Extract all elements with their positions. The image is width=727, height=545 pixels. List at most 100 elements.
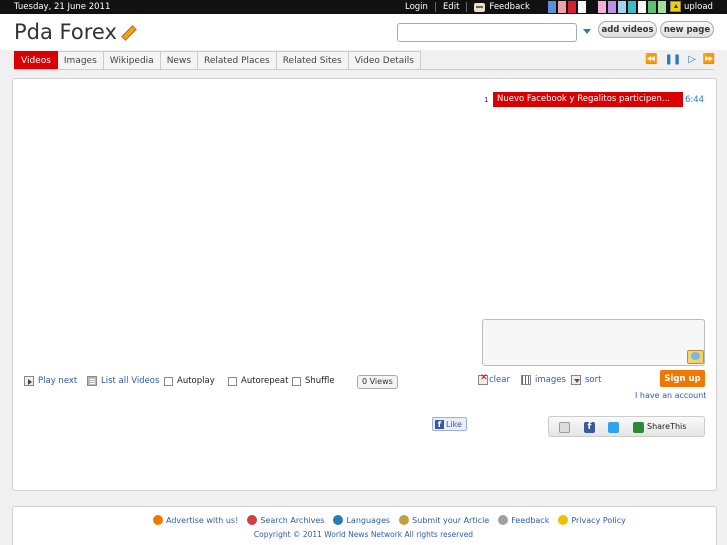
footer-link-label: Privacy Policy (571, 515, 626, 525)
playlist-item-number: 1 (484, 95, 489, 104)
autorepeat-checkbox[interactable]: Autorepeat (228, 376, 288, 386)
play-icon[interactable]: ▷ (688, 54, 696, 66)
feedback-label: Feedback (489, 2, 530, 12)
megaphone-icon (153, 515, 163, 525)
list-all-videos-button[interactable]: List all Videos (87, 376, 159, 386)
footer-link-languages[interactable]: Languages (333, 515, 390, 525)
copyright: Copyright © 2011 World News Network All … (253, 530, 474, 539)
play-next-button[interactable]: Play next (24, 376, 77, 386)
new-page-button[interactable]: new page (660, 21, 714, 38)
views-badge: 0 Views (357, 375, 398, 389)
autorepeat-label: Autorepeat (241, 376, 289, 386)
mail-icon[interactable] (687, 350, 704, 364)
clear-icon (478, 373, 488, 385)
feedback-icon (474, 2, 486, 12)
lock-icon (558, 515, 569, 525)
color-swatch[interactable] (618, 1, 626, 13)
page-title: Pda Forex (14, 20, 135, 44)
fast-forward-icon[interactable]: ⏩ (703, 54, 715, 66)
share-bar: f ShareThis (548, 416, 705, 437)
footer-link-feedback[interactable]: Feedback (498, 515, 549, 525)
play-next-label: Play next (38, 376, 78, 386)
chevron-down-icon[interactable] (583, 29, 591, 34)
add-videos-button[interactable]: add videos (598, 21, 657, 38)
tab-news[interactable]: News (160, 51, 199, 70)
footer-link-label: Submit your Article (412, 515, 490, 525)
autoplay-box[interactable] (164, 376, 173, 386)
tab-images[interactable]: Images (57, 51, 104, 70)
footer-link-label: Search Archives (260, 515, 325, 525)
sharethis-label[interactable]: ShareThis (647, 422, 686, 431)
sort-button[interactable]: sort (571, 375, 601, 385)
facebook-like-icon: f (435, 419, 444, 429)
color-swatch[interactable] (658, 1, 666, 13)
shuffle-checkbox[interactable]: Shuffle (292, 376, 335, 386)
footer-link-submit-your-article[interactable]: Submit your Article (399, 515, 489, 525)
playlist-item[interactable]: 1 Nuevo Facebook y Regalitos participen.… (484, 92, 704, 107)
pause-icon[interactable]: ❚❚ (664, 54, 681, 66)
sort-icon (571, 375, 581, 385)
login-link[interactable]: Login (398, 2, 436, 12)
list-all-label: List all Videos (101, 376, 160, 386)
color-swatch[interactable] (648, 1, 656, 13)
feedback-icon (498, 515, 509, 525)
color-swatch[interactable] (628, 1, 636, 13)
playlist-item-title[interactable]: Nuevo Facebook y Regalitos participen... (493, 92, 683, 107)
footer-link-label: Feedback (511, 515, 550, 525)
tab-wikipedia[interactable]: Wikipedia (103, 51, 161, 70)
color-swatch[interactable] (598, 1, 606, 13)
feedback-link[interactable]: Feedback (467, 2, 536, 12)
color-swatch[interactable] (588, 1, 596, 13)
upload-icon (670, 1, 681, 12)
color-swatch[interactable] (578, 1, 586, 13)
footer-link-advertise-with-us[interactable]: Advertise with us! (153, 515, 238, 525)
tab-related-sites[interactable]: Related Sites (276, 51, 349, 70)
calendar-icon (247, 515, 258, 525)
images-label: images (535, 375, 566, 385)
shuffle-label: Shuffle (305, 376, 335, 386)
pencil-icon[interactable] (119, 24, 135, 40)
images-button[interactable]: images (521, 375, 566, 385)
comment-box[interactable] (482, 319, 705, 366)
page-header: Pda Forex add videos new page (0, 14, 727, 50)
footer (12, 506, 717, 545)
tab-videos[interactable]: Videos (14, 51, 58, 70)
sharethis-icon[interactable] (633, 422, 644, 433)
signup-button[interactable]: Sign up (660, 370, 705, 387)
twitter-share-icon[interactable] (608, 422, 619, 433)
play-next-icon (24, 376, 34, 386)
like-label: Like (446, 419, 462, 429)
autoplay-checkbox[interactable]: Autoplay (164, 376, 215, 386)
clear-button[interactable]: clear (478, 373, 510, 385)
footer-link-label: Languages (346, 515, 391, 525)
facebook-share-icon[interactable]: f (584, 422, 595, 433)
color-swatch[interactable] (638, 1, 646, 13)
current-date: Tuesday, 21 June 2011 (14, 2, 111, 12)
color-theme-swatches (548, 1, 666, 13)
search-input[interactable] (397, 23, 577, 42)
shuffle-box[interactable] (292, 376, 301, 386)
footer-link-search-archives[interactable]: Search Archives (247, 515, 324, 525)
sort-label: sort (585, 375, 602, 385)
autorepeat-box[interactable] (228, 376, 237, 386)
color-swatch[interactable] (568, 1, 576, 13)
account-link[interactable]: I have an account, lo (635, 391, 706, 400)
facebook-like-button[interactable]: f Like (432, 417, 467, 431)
color-swatch[interactable] (548, 1, 556, 13)
player-navigation: ⏪ ❚❚ ▷ ⏩ (645, 54, 715, 66)
upload-link[interactable]: upload (670, 1, 713, 12)
footer-link-privacy-policy[interactable]: Privacy Policy (558, 515, 626, 525)
tab-related-places[interactable]: Related Places (198, 51, 277, 70)
top-bar: Tuesday, 21 June 2011 Login Edit Feedbac… (0, 0, 727, 14)
list-icon (87, 376, 97, 386)
tab-video-details[interactable]: Video Details (348, 51, 421, 70)
rewind-icon[interactable]: ⏪ (645, 54, 657, 66)
edit-link[interactable]: Edit (436, 2, 468, 12)
globe-icon (333, 515, 344, 525)
color-swatch[interactable] (608, 1, 616, 13)
footer-links: Advertise with us! Search Archives Languag… (153, 515, 626, 525)
email-share-icon[interactable] (559, 422, 570, 433)
color-swatch[interactable] (558, 1, 566, 13)
grid-icon (521, 375, 531, 385)
autoplay-label: Autoplay (177, 376, 215, 386)
